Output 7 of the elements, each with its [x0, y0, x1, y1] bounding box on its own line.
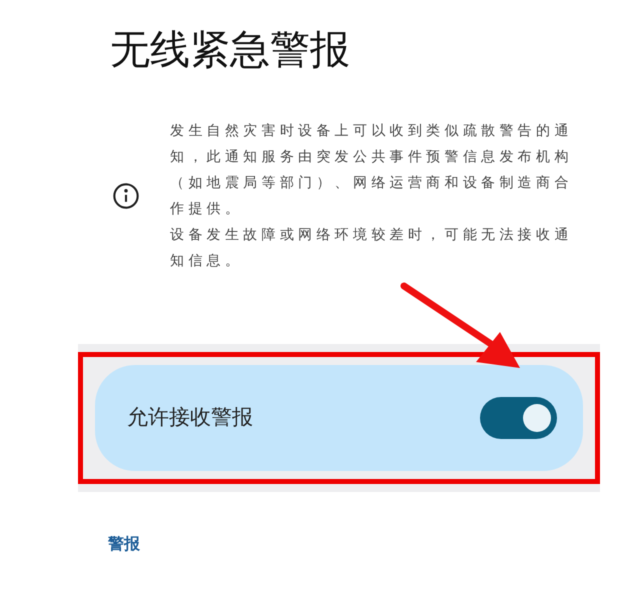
toggle-label: 允许接收警报 — [127, 404, 253, 432]
toggle-switch[interactable] — [480, 397, 557, 439]
section-header: 警报 — [108, 533, 140, 555]
info-icon — [112, 182, 140, 210]
page-title: 无线紧急警报 — [110, 26, 351, 75]
info-text: 发生自然灾害时设备上可以收到类似疏散警告的通知，此通知服务由突发公共事件预警信息发布机构（如地震局等部门）、网络运营商和设备制造商合作提供。 — [170, 122, 574, 219]
info-text: 设备发生故障或网络环境较差时，可能无法接收通知信息。 — [170, 226, 574, 271]
